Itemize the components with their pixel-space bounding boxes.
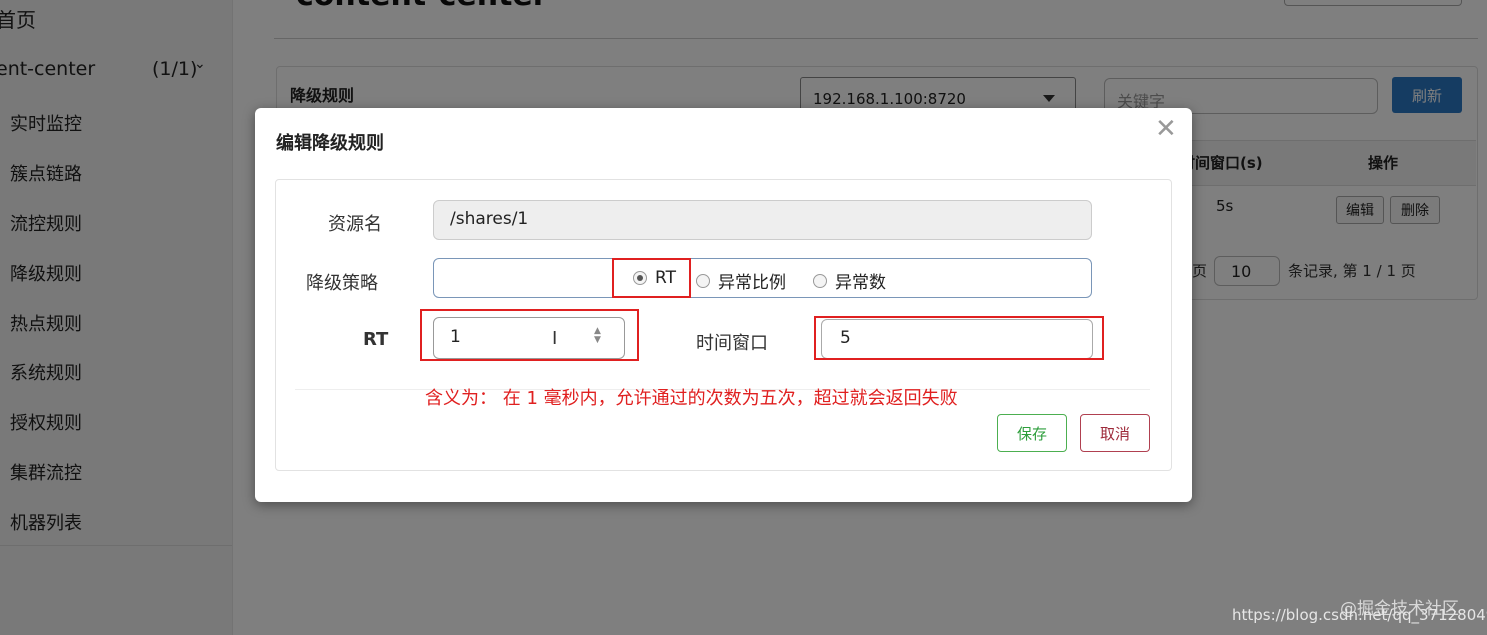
radio-exception-count[interactable]: 异常数	[813, 268, 886, 293]
resource-name-label: 资源名	[328, 214, 382, 235]
radio-exception-count-label: 异常数	[835, 273, 886, 293]
cancel-button[interactable]: 取消	[1080, 414, 1150, 452]
highlight-box-rt-input	[420, 309, 639, 361]
annotation-text: 含义为： 在 1 毫秒内，允许通过的次数为五次，超过就会返回失败	[425, 388, 958, 409]
close-icon[interactable]: ✕	[1155, 116, 1177, 142]
time-window-label: 时间窗口	[696, 333, 768, 354]
radio-exception-ratio[interactable]: 异常比例	[696, 268, 786, 293]
radio-exception-ratio-label: 异常比例	[718, 273, 786, 293]
save-button[interactable]: 保存	[997, 414, 1067, 452]
resource-name-value: /shares/1	[450, 209, 529, 229]
edit-degrade-rule-dialog: 编辑降级规则 ✕ 资源名 /shares/1 降级策略 RT 异常比例 异常数 …	[255, 108, 1192, 502]
watermark-url: https://blog.csdn.net/qq_37128049	[1232, 606, 1487, 624]
radio-unselected-icon	[813, 273, 827, 288]
strategy-label: 降级策略	[306, 273, 378, 294]
resource-name-field: /shares/1	[433, 200, 1092, 240]
rt-label: RT	[363, 329, 389, 350]
highlight-box-time-window	[814, 316, 1104, 360]
dialog-title: 编辑降级规则	[276, 133, 384, 154]
radio-unselected-icon	[696, 273, 710, 288]
highlight-box-rt-option	[612, 258, 691, 298]
